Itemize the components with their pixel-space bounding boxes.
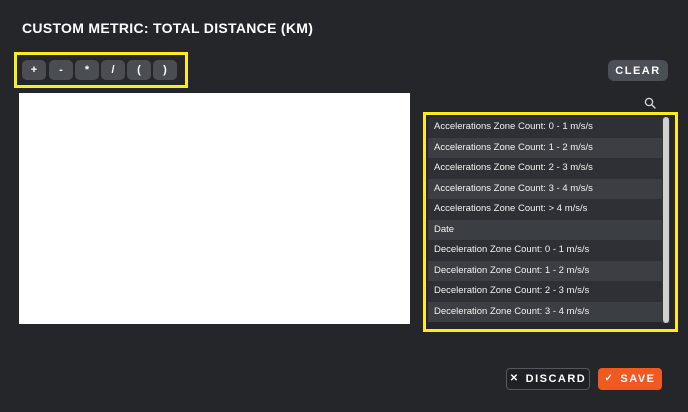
operator-multiply-button[interactable]: * — [75, 60, 99, 80]
check-icon: ✓ — [604, 373, 615, 384]
list-item[interactable]: Accelerations Zone Count: 3 - 4 m/s/s — [428, 178, 662, 199]
discard-label: DISCARD — [525, 373, 587, 385]
list-item[interactable]: Deceleration Zone Count: 3 - 4 m/s/s — [428, 301, 662, 322]
discard-button[interactable]: ✕ DISCARD — [506, 368, 590, 390]
search-icon[interactable] — [644, 97, 656, 109]
operator-open-paren-button[interactable]: ( — [127, 60, 151, 80]
list-item[interactable]: Deceleration Zone Count: 2 - 3 m/s/s — [428, 281, 662, 302]
list-item[interactable]: Accelerations Zone Count: 0 - 1 m/s/s — [428, 117, 662, 138]
page-title: CUSTOM METRIC: TOTAL DISTANCE (KM) — [22, 20, 314, 36]
save-label: SAVE — [620, 373, 656, 385]
list-item[interactable]: Date — [428, 219, 662, 240]
list-item[interactable]: Deceleration Zone Count: 1 - 2 m/s/s — [428, 260, 662, 281]
list-item[interactable]: Deceleration Zone Count: 0 - 1 m/s/s — [428, 240, 662, 261]
operator-close-paren-button[interactable]: ) — [153, 60, 177, 80]
save-button[interactable]: ✓ SAVE — [598, 368, 662, 390]
list-item[interactable]: Accelerations Zone Count: 2 - 3 m/s/s — [428, 158, 662, 179]
metric-list-scrollbar[interactable] — [662, 117, 670, 323]
formula-editor[interactable] — [19, 93, 410, 324]
list-item[interactable]: Accelerations Zone Count: > 4 m/s/s — [428, 199, 662, 220]
close-icon: ✕ — [509, 373, 520, 384]
operator-minus-button[interactable]: - — [49, 60, 73, 80]
scrollbar-thumb[interactable] — [663, 117, 669, 323]
operator-divide-button[interactable]: / — [101, 60, 125, 80]
metric-list: Accelerations Zone Count: 0 - 1 m/s/s Ac… — [428, 117, 662, 323]
clear-button[interactable]: CLEAR — [608, 60, 668, 81]
list-item[interactable]: Accelerations Zone Count: 1 - 2 m/s/s — [428, 137, 662, 158]
operator-plus-button[interactable]: + — [22, 60, 46, 80]
